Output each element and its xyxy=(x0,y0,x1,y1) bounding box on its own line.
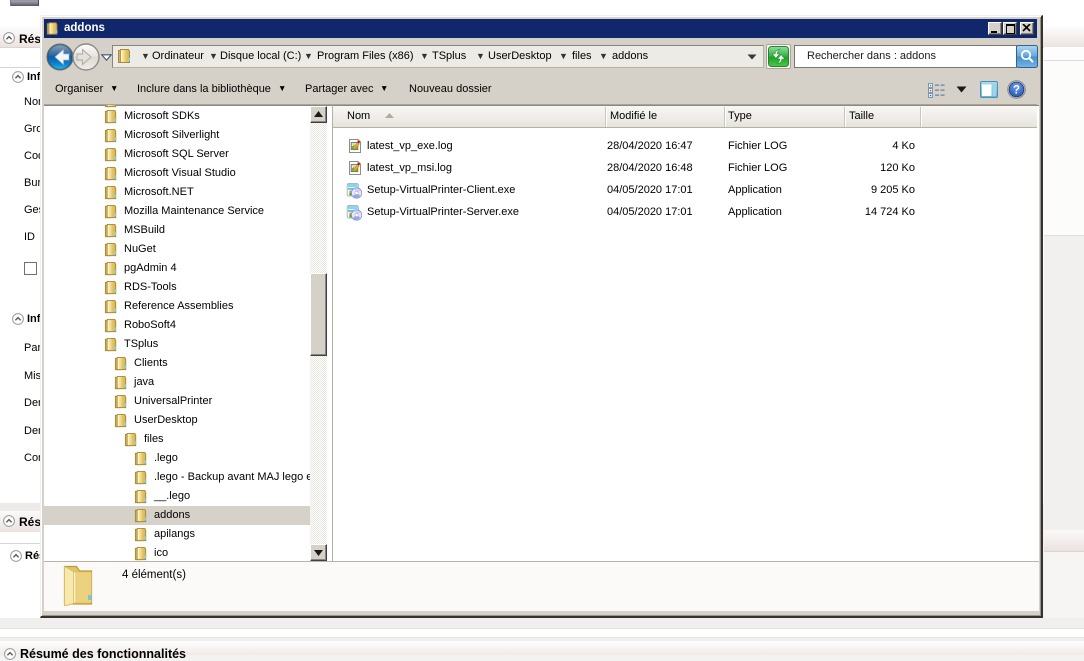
svg-text:?: ? xyxy=(1013,85,1020,97)
